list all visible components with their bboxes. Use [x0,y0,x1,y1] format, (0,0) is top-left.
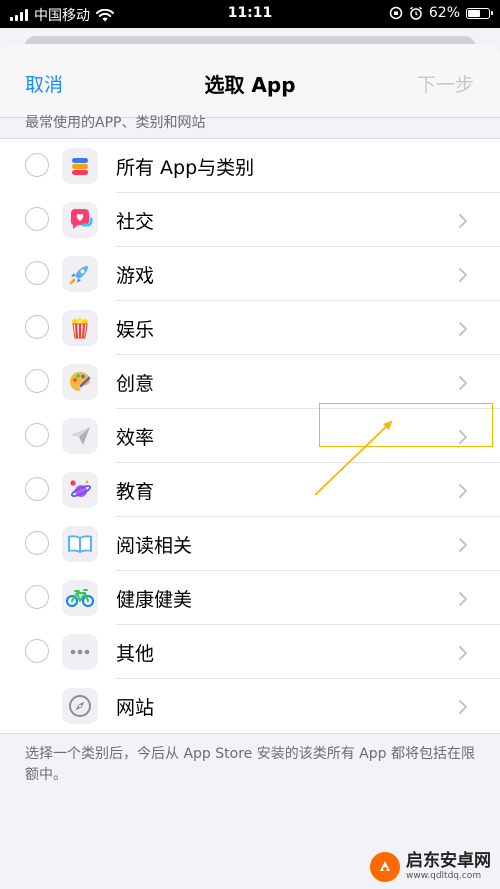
category-label: 游戏 [116,265,155,287]
category-label: 娱乐 [116,319,155,341]
bicycle-icon [62,580,98,616]
category-label: 所有 App与类别 [116,157,255,179]
watermark-name: 启东安卓网 [406,851,491,871]
watermark-logo-icon [370,852,400,882]
next-step-button[interactable]: 下一步 [417,70,474,97]
select-radio[interactable] [25,315,49,339]
watermark-url: www.qdltdq.com [406,871,482,881]
select-radio[interactable] [25,369,49,393]
select-radio[interactable] [25,477,49,501]
battery-icon [466,7,493,19]
section-header: 最常使用的APP、类别和网站 [25,115,206,131]
popcorn-icon [62,310,98,346]
select-radio[interactable] [25,531,49,555]
select-radio[interactable] [25,207,49,231]
alarm-icon [409,6,422,20]
category-row[interactable]: 健康健美 [0,571,500,625]
chevron-right-icon[interactable] [458,213,468,233]
chat-heart-icon [62,202,98,238]
select-radio[interactable] [25,261,49,285]
category-label: 创意 [116,373,155,395]
category-row[interactable]: 网站 [0,679,500,733]
chevron-right-icon[interactable] [458,321,468,341]
chevron-right-icon[interactable] [458,267,468,287]
chevron-right-icon[interactable] [458,699,468,719]
category-label: 教育 [116,481,155,503]
footer-note: 选择一个类别后，今后从 App Store 安装的该类所有 App 都将包括在限… [25,746,475,783]
select-radio[interactable] [25,585,49,609]
chevron-right-icon[interactable] [458,375,468,395]
palette-icon [62,364,98,400]
category-row[interactable]: 娱乐 [0,301,500,355]
chevron-right-icon[interactable] [458,645,468,665]
annotation-highlight-box [319,403,493,447]
status-right: 62% [389,5,493,21]
category-label: 社交 [116,211,155,233]
chevron-right-icon[interactable] [458,537,468,557]
battery-percent: 62% [428,5,460,21]
category-label: 网站 [116,697,155,719]
compass-icon [62,688,98,724]
category-label: 效率 [116,427,155,449]
category-label: 其他 [116,643,155,665]
rocket-icon [62,256,98,292]
category-row[interactable]: 创意 [0,355,500,409]
category-row[interactable]: 所有 App与类别 [0,139,500,193]
watermark: 启东安卓网 www.qdltdq.com [370,852,491,882]
category-row[interactable]: 游戏 [0,247,500,301]
ellipsis-icon [62,634,98,670]
chevron-right-icon[interactable] [458,591,468,611]
category-row[interactable]: 其他 [0,625,500,679]
chevron-right-icon[interactable] [458,483,468,503]
status-bar: 中国移动 11:11 62% [0,0,500,28]
category-label: 阅读相关 [116,535,193,557]
book-icon [62,526,98,562]
category-row[interactable]: 社交 [0,193,500,247]
category-row[interactable]: 阅读相关 [0,517,500,571]
stack-icon [62,148,98,184]
navigation-bar: 取消 选取 App 下一步 [0,44,500,118]
planet-icon [62,472,98,508]
paper-plane-icon [62,418,98,454]
select-radio[interactable] [25,153,49,177]
orientation-lock-icon [389,6,403,20]
select-radio[interactable] [25,423,49,447]
select-radio[interactable] [25,639,49,663]
category-row[interactable]: 教育 [0,463,500,517]
category-label: 健康健美 [116,589,193,611]
